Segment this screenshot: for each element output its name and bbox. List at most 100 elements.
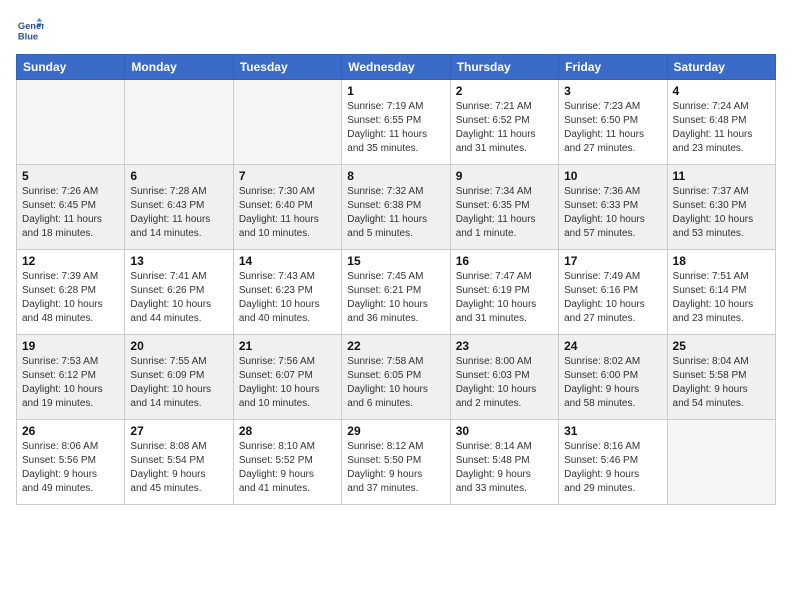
day-number: 11 <box>673 169 770 183</box>
day-info: Sunrise: 8:02 AMSunset: 6:00 PMDaylight:… <box>564 355 661 411</box>
day-info: Sunrise: 7:36 AMSunset: 6:33 PMDaylight:… <box>564 185 661 241</box>
day-info: Sunrise: 8:12 AMSunset: 5:50 PMDaylight:… <box>347 440 444 496</box>
day-info: Sunrise: 8:00 AMSunset: 6:03 PMDaylight:… <box>456 355 553 411</box>
weekday-header-sunday: Sunday <box>17 55 125 80</box>
calendar-cell: 2 Sunrise: 7:21 AMSunset: 6:52 PMDaylight… <box>450 80 558 165</box>
weekday-header-thursday: Thursday <box>450 55 558 80</box>
calendar-cell: 16 Sunrise: 7:47 AMSunset: 6:19 PMDayligh… <box>450 250 558 335</box>
calendar-cell: 21 Sunrise: 7:56 AMSunset: 6:07 PMDayligh… <box>233 335 341 420</box>
day-number: 2 <box>456 84 553 98</box>
calendar-cell: 11Sunrise: 7:37 AMSunset: 6:30 PMDayligh… <box>667 165 775 250</box>
day-number: 21 <box>239 339 336 353</box>
day-info: Sunrise: 7:23 AMSunset: 6:50 PMDaylight:… <box>564 100 661 156</box>
calendar-cell: 29 Sunrise: 8:12 AMSunset: 5:50 PMDayligh… <box>342 420 450 505</box>
calendar-cell: 14 Sunrise: 7:43 AMSunset: 6:23 PMDayligh… <box>233 250 341 335</box>
day-info: Sunrise: 7:55 AMSunset: 6:09 PMDaylight:… <box>130 355 227 411</box>
calendar-cell: 13 Sunrise: 7:41 AMSunset: 6:26 PMDayligh… <box>125 250 233 335</box>
calendar-cell: 10 Sunrise: 7:36 AMSunset: 6:33 PMDayligh… <box>559 165 667 250</box>
calendar-week-row: 26 Sunrise: 8:06 AMSunset: 5:56 PMDayligh… <box>17 420 776 505</box>
day-info: Sunrise: 7:43 AMSunset: 6:23 PMDaylight:… <box>239 270 336 326</box>
weekday-header-friday: Friday <box>559 55 667 80</box>
day-number: 29 <box>347 424 444 438</box>
calendar: SundayMondayTuesdayWednesdayThursdayFrid… <box>16 54 776 505</box>
day-number: 23 <box>456 339 553 353</box>
calendar-cell: 19Sunrise: 7:53 AMSunset: 6:12 PMDayligh… <box>17 335 125 420</box>
day-info: Sunrise: 7:53 AMSunset: 6:12 PMDaylight:… <box>22 355 119 411</box>
day-number: 1 <box>347 84 444 98</box>
day-number: 4 <box>673 84 770 98</box>
day-info: Sunrise: 8:08 AMSunset: 5:54 PMDaylight:… <box>130 440 227 496</box>
day-info: Sunrise: 7:49 AMSunset: 6:16 PMDaylight:… <box>564 270 661 326</box>
day-number: 16 <box>456 254 553 268</box>
calendar-cell: 5Sunrise: 7:26 AMSunset: 6:45 PMDaylight… <box>17 165 125 250</box>
day-info: Sunrise: 7:45 AMSunset: 6:21 PMDaylight:… <box>347 270 444 326</box>
day-info: Sunrise: 7:26 AMSunset: 6:45 PMDaylight:… <box>22 185 119 241</box>
day-number: 30 <box>456 424 553 438</box>
day-info: Sunrise: 7:34 AMSunset: 6:35 PMDaylight:… <box>456 185 553 241</box>
day-number: 17 <box>564 254 661 268</box>
calendar-cell: 3 Sunrise: 7:23 AMSunset: 6:50 PMDaylight… <box>559 80 667 165</box>
day-info: Sunrise: 7:30 AMSunset: 6:40 PMDaylight:… <box>239 185 336 241</box>
calendar-week-row: 12 Sunrise: 7:39 AMSunset: 6:28 PMDayligh… <box>17 250 776 335</box>
header: General Blue <box>16 16 776 44</box>
calendar-cell: 1 Sunrise: 7:19 AMSunset: 6:55 PMDaylight… <box>342 80 450 165</box>
day-number: 22 <box>347 339 444 353</box>
calendar-cell: 30 Sunrise: 8:14 AMSunset: 5:48 PMDayligh… <box>450 420 558 505</box>
day-info: Sunrise: 8:14 AMSunset: 5:48 PMDaylight:… <box>456 440 553 496</box>
calendar-cell: 28 Sunrise: 8:10 AMSunset: 5:52 PMDayligh… <box>233 420 341 505</box>
calendar-cell: 22Sunrise: 7:58 AMSunset: 6:05 PMDayligh… <box>342 335 450 420</box>
calendar-cell <box>233 80 341 165</box>
calendar-cell: 26 Sunrise: 8:06 AMSunset: 5:56 PMDayligh… <box>17 420 125 505</box>
day-info: Sunrise: 7:32 AMSunset: 6:38 PMDaylight:… <box>347 185 444 241</box>
day-info: Sunrise: 8:04 AMSunset: 5:58 PMDaylight:… <box>673 355 770 411</box>
weekday-header-row: SundayMondayTuesdayWednesdayThursdayFrid… <box>17 55 776 80</box>
calendar-week-row: 1 Sunrise: 7:19 AMSunset: 6:55 PMDaylight… <box>17 80 776 165</box>
calendar-cell: 31Sunrise: 8:16 AMSunset: 5:46 PMDayligh… <box>559 420 667 505</box>
calendar-week-row: 19Sunrise: 7:53 AMSunset: 6:12 PMDayligh… <box>17 335 776 420</box>
weekday-header-wednesday: Wednesday <box>342 55 450 80</box>
day-number: 8 <box>347 169 444 183</box>
day-number: 3 <box>564 84 661 98</box>
calendar-cell: 27 Sunrise: 8:08 AMSunset: 5:54 PMDayligh… <box>125 420 233 505</box>
day-info: Sunrise: 7:19 AMSunset: 6:55 PMDaylight:… <box>347 100 444 156</box>
calendar-cell: 6 Sunrise: 7:28 AMSunset: 6:43 PMDaylight… <box>125 165 233 250</box>
day-number: 26 <box>22 424 119 438</box>
logo: General Blue <box>16 16 48 44</box>
calendar-cell: 9 Sunrise: 7:34 AMSunset: 6:35 PMDaylight… <box>450 165 558 250</box>
day-number: 12 <box>22 254 119 268</box>
day-info: Sunrise: 7:21 AMSunset: 6:52 PMDaylight:… <box>456 100 553 156</box>
day-info: Sunrise: 7:39 AMSunset: 6:28 PMDaylight:… <box>22 270 119 326</box>
day-number: 14 <box>239 254 336 268</box>
calendar-cell <box>125 80 233 165</box>
day-number: 28 <box>239 424 336 438</box>
day-number: 27 <box>130 424 227 438</box>
day-number: 13 <box>130 254 227 268</box>
day-number: 7 <box>239 169 336 183</box>
day-info: Sunrise: 7:56 AMSunset: 6:07 PMDaylight:… <box>239 355 336 411</box>
svg-text:Blue: Blue <box>18 31 38 41</box>
calendar-cell: 25 Sunrise: 8:04 AMSunset: 5:58 PMDayligh… <box>667 335 775 420</box>
day-number: 9 <box>456 169 553 183</box>
weekday-header-saturday: Saturday <box>667 55 775 80</box>
day-number: 10 <box>564 169 661 183</box>
day-info: Sunrise: 7:41 AMSunset: 6:26 PMDaylight:… <box>130 270 227 326</box>
day-info: Sunrise: 8:10 AMSunset: 5:52 PMDaylight:… <box>239 440 336 496</box>
day-info: Sunrise: 7:24 AMSunset: 6:48 PMDaylight:… <box>673 100 770 156</box>
day-info: Sunrise: 7:47 AMSunset: 6:19 PMDaylight:… <box>456 270 553 326</box>
day-number: 25 <box>673 339 770 353</box>
day-number: 6 <box>130 169 227 183</box>
day-info: Sunrise: 7:28 AMSunset: 6:43 PMDaylight:… <box>130 185 227 241</box>
weekday-header-tuesday: Tuesday <box>233 55 341 80</box>
calendar-cell: 24Sunrise: 8:02 AMSunset: 6:00 PMDayligh… <box>559 335 667 420</box>
calendar-cell: 8 Sunrise: 7:32 AMSunset: 6:38 PMDaylight… <box>342 165 450 250</box>
day-number: 20 <box>130 339 227 353</box>
calendar-cell: 12 Sunrise: 7:39 AMSunset: 6:28 PMDayligh… <box>17 250 125 335</box>
calendar-week-row: 5Sunrise: 7:26 AMSunset: 6:45 PMDaylight… <box>17 165 776 250</box>
calendar-cell: 17 Sunrise: 7:49 AMSunset: 6:16 PMDayligh… <box>559 250 667 335</box>
calendar-cell: 20 Sunrise: 7:55 AMSunset: 6:09 PMDayligh… <box>125 335 233 420</box>
calendar-cell: 18Sunrise: 7:51 AMSunset: 6:14 PMDayligh… <box>667 250 775 335</box>
calendar-cell <box>667 420 775 505</box>
day-info: Sunrise: 8:06 AMSunset: 5:56 PMDaylight:… <box>22 440 119 496</box>
calendar-cell: 4 Sunrise: 7:24 AMSunset: 6:48 PMDaylight… <box>667 80 775 165</box>
day-number: 18 <box>673 254 770 268</box>
